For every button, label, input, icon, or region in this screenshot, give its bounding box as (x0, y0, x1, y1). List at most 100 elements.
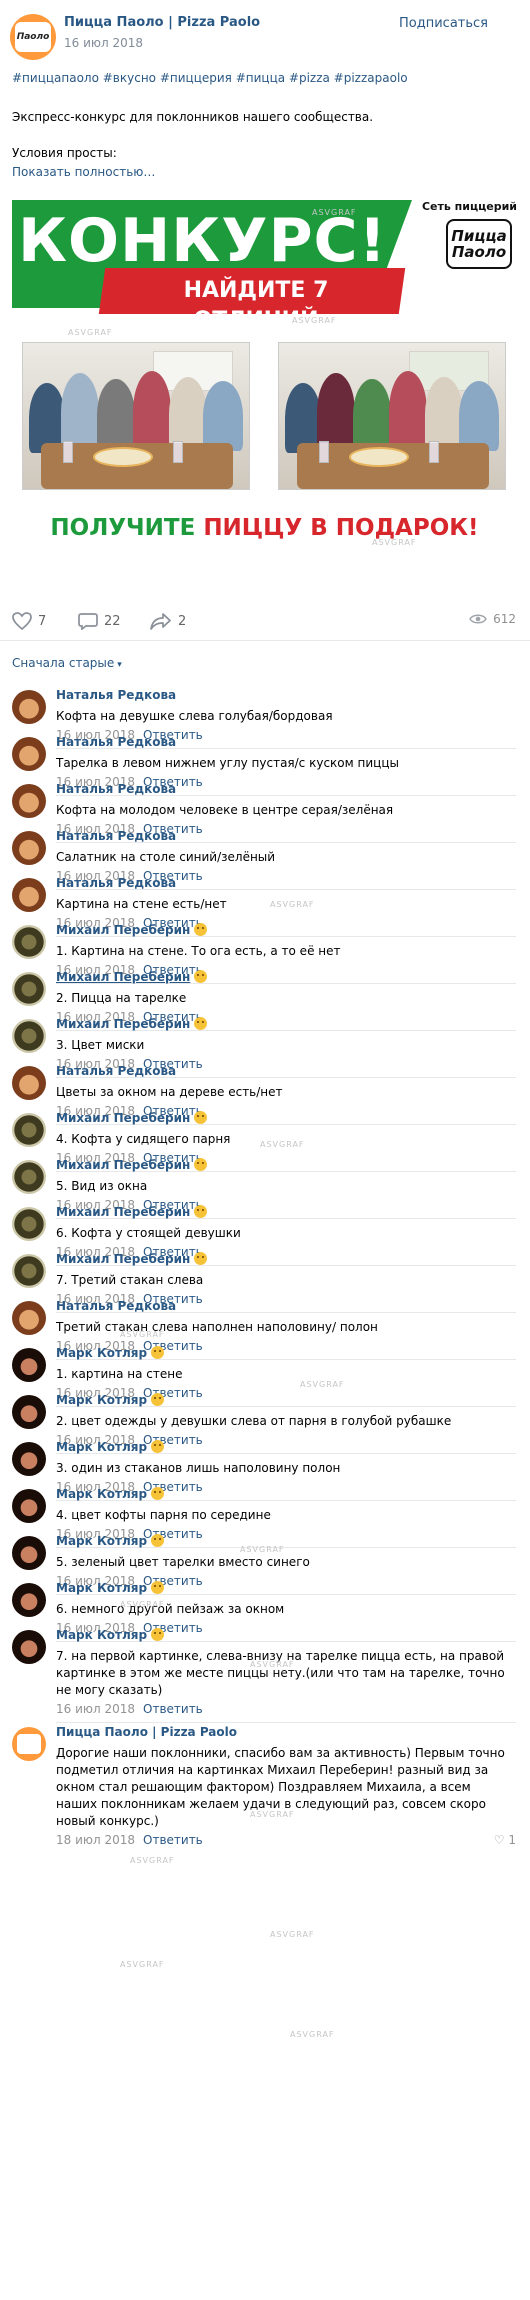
emoji-status-icon (151, 1581, 165, 1594)
comment-author-name: Михаил Переберин (56, 923, 191, 937)
views-count: 612 (493, 612, 516, 626)
emoji-status-icon (194, 1252, 208, 1265)
comment-avatar[interactable] (12, 784, 46, 818)
comment-author[interactable]: Марк Котляр (56, 1393, 165, 1407)
comment-author-name: Наталья Редкова (56, 688, 177, 702)
person-figure (97, 379, 135, 451)
comment-avatar[interactable] (12, 1489, 46, 1523)
comment-author[interactable]: Марк Котляр (56, 1487, 165, 1501)
comment-avatar[interactable] (12, 1019, 46, 1053)
comment-author[interactable]: Михаил Переберин (56, 1205, 208, 1219)
glass-image (429, 441, 439, 463)
watermark: ASVGRAF (120, 1960, 165, 1969)
comment-avatar[interactable] (12, 1113, 46, 1147)
comment-author[interactable]: Наталья Редкова (56, 1064, 176, 1078)
comment-author-name: Наталья Редкова (56, 1299, 177, 1313)
comment-avatar[interactable] (12, 690, 46, 724)
like-button[interactable]: 7 (12, 612, 46, 630)
comment-like-count: 1 (508, 1833, 516, 1847)
comment-author[interactable]: Наталья Редкова (56, 688, 176, 702)
comment-author[interactable]: Пицца Паоло | Pizza Paolo (56, 1725, 237, 1739)
comment-text: 5. зеленый цвет тарелки вместо синего (56, 1555, 310, 1569)
chevron-down-icon: ▾ (117, 660, 122, 670)
comment-author[interactable]: Михаил Переберин (56, 1158, 208, 1172)
watermark: ASVGRAF (290, 2030, 335, 2039)
comment-author[interactable]: Михаил Переберин (56, 923, 208, 937)
comment-author-name: Михаил Переберин (56, 1158, 191, 1172)
comment-avatar[interactable] (12, 1348, 46, 1382)
pizza-plate-image (93, 447, 153, 467)
comment-text: 5. Вид из окна (56, 1179, 148, 1193)
comment-author[interactable]: Марк Котляр (56, 1628, 165, 1642)
comment-author[interactable]: Марк Котляр (56, 1346, 165, 1360)
person-figure (425, 377, 463, 451)
views-counter: 612 (469, 612, 516, 626)
post-author[interactable]: Пицца Паоло | Pizza Paolo (64, 15, 260, 30)
comment-avatar[interactable] (12, 1254, 46, 1288)
comment-avatar[interactable] (12, 1630, 46, 1664)
comment-avatar[interactable] (12, 925, 46, 959)
person-figure (133, 371, 171, 451)
comment-author[interactable]: Наталья Редкова (56, 1299, 176, 1313)
post-date[interactable]: 16 июл 2018 (64, 36, 143, 50)
comment-author[interactable]: Михаил Переберин (56, 1252, 208, 1266)
comment-text: 2. цвет одежды у девушки слева от парня … (56, 1414, 452, 1428)
comment-avatar[interactable] (12, 1536, 46, 1570)
reply-button[interactable]: Ответить (143, 1702, 203, 1716)
comment-author-name: Марк Котляр (56, 1393, 148, 1407)
contest-banner-image[interactable]: КОНКУРС! НАЙДИТЕ 7 ОТЛИЧИЙ Сеть пиццерий… (12, 188, 517, 558)
spot-difference-photo-right (278, 342, 506, 490)
comment-avatar[interactable] (12, 1395, 46, 1429)
person-figure (353, 379, 391, 451)
comment-avatar[interactable] (12, 831, 46, 865)
comment-avatar[interactable] (12, 1301, 46, 1335)
post-hashtags[interactable]: #пиццапаоло #вкусно #пиццерия #пицца #pi… (12, 70, 512, 86)
comment-author[interactable]: Наталья Редкова (56, 829, 176, 843)
comment-author-name: Михаил Переберин (56, 1205, 191, 1219)
comment-avatar[interactable] (12, 1442, 46, 1476)
subscribe-button[interactable]: Подписаться (399, 16, 488, 31)
comment-author[interactable]: Наталья Редкова (56, 782, 176, 796)
comment-button[interactable]: 22 (78, 612, 121, 630)
watermark: ASVGRAF (250, 1660, 295, 1669)
comment-date[interactable]: 16 июл 2018 (56, 1702, 135, 1716)
reply-button[interactable]: Ответить (143, 1833, 203, 1847)
emoji-status-icon (194, 923, 208, 936)
comment-avatar[interactable] (12, 1207, 46, 1241)
comment-avatar[interactable] (12, 972, 46, 1006)
comment-sort-dropdown[interactable]: Сначала старые ▾ (12, 656, 122, 670)
post-text-line: Условия просты: (12, 146, 117, 160)
comment-author-name: Михаил Переберин (56, 1252, 191, 1266)
comment-avatar[interactable] (12, 1066, 46, 1100)
comment-author[interactable]: Михаил Переберин (56, 970, 208, 984)
like-count: 7 (38, 613, 47, 629)
comment-text: 2. Пицца на тарелке (56, 991, 187, 1005)
comment-avatar[interactable] (12, 1583, 46, 1617)
show-more-link[interactable]: Показать полностью… (12, 164, 512, 180)
comment-author[interactable]: Наталья Редкова (56, 735, 176, 749)
comment-avatar[interactable] (12, 737, 46, 771)
comment-author[interactable]: Михаил Переберин (56, 1111, 208, 1125)
comment-author[interactable]: Марк Котляр (56, 1440, 165, 1454)
comment-author-name: Наталья Редкова (56, 1064, 177, 1078)
comment-author[interactable]: Михаил Переберин (56, 1017, 208, 1031)
comment-author[interactable]: Марк Котляр (56, 1581, 165, 1595)
comment-text: Тарелка в левом нижнем углу пустая/с кус… (56, 756, 399, 770)
comment-author-name: Наталья Редкова (56, 829, 177, 843)
comment-author[interactable]: Марк Котляр (56, 1534, 165, 1548)
comment-text: Салатник на столе синий/зелёный (56, 850, 276, 864)
comment-text: Цветы за окном на дереве есть/нет (56, 1085, 283, 1099)
comment-avatar[interactable] (12, 878, 46, 912)
share-button[interactable]: 2 (150, 612, 186, 630)
comment-avatar[interactable] (12, 1160, 46, 1194)
comment-author-name: Марк Котляр (56, 1440, 148, 1454)
comment-like-button[interactable]: ♡ 1 (494, 1833, 516, 1847)
comment-date[interactable]: 18 июл 2018 (56, 1833, 135, 1847)
person-figure (61, 373, 99, 451)
comment-avatar[interactable] (12, 1727, 46, 1761)
community-avatar[interactable]: Паоло (10, 14, 56, 60)
share-count: 2 (178, 613, 187, 629)
comment-author-name: Марк Котляр (56, 1487, 148, 1501)
comment-text: 3. Цвет миски (56, 1038, 145, 1052)
comment-author[interactable]: Наталья Редкова (56, 876, 176, 890)
